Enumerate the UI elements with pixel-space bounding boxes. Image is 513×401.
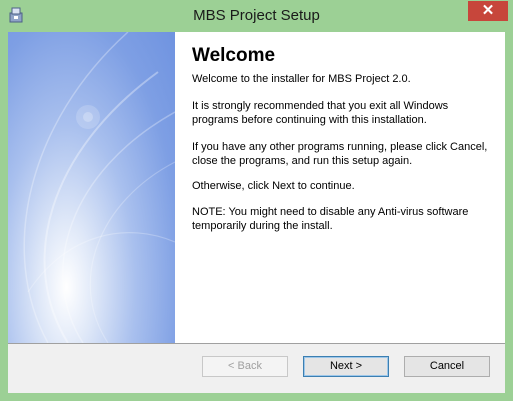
cancel-button[interactable]: Cancel (404, 356, 490, 377)
continue-instructions-text: Otherwise, click Next to continue. (192, 180, 355, 192)
close-button[interactable]: ✕ (468, 1, 508, 21)
wizard-client-area: Welcome Welcome to the installer for MBS… (8, 32, 505, 393)
window-title: MBS Project Setup (193, 7, 320, 24)
page-heading: Welcome (192, 45, 276, 66)
intro-text: Welcome to the installer for MBS Project… (192, 73, 411, 85)
antivirus-note-text: NOTE: You might need to disable any Anti… (192, 206, 469, 232)
footer-divider (8, 343, 505, 344)
cancel-instructions-text: If you have any other programs running, … (192, 141, 488, 167)
welcome-banner-image (8, 32, 175, 343)
title-bar[interactable]: MBS Project Setup ✕ (0, 0, 513, 32)
banner-swirl-graphic (23, 32, 175, 343)
setup-window: MBS Project Setup ✕ Welcome Welcome to t… (0, 0, 513, 401)
exit-programs-text: It is strongly recommended that you exit… (192, 100, 449, 126)
back-button[interactable]: < Back (202, 356, 288, 377)
next-button[interactable]: Next > (303, 356, 389, 377)
welcome-content-panel: Welcome Welcome to the installer for MBS… (175, 32, 505, 343)
